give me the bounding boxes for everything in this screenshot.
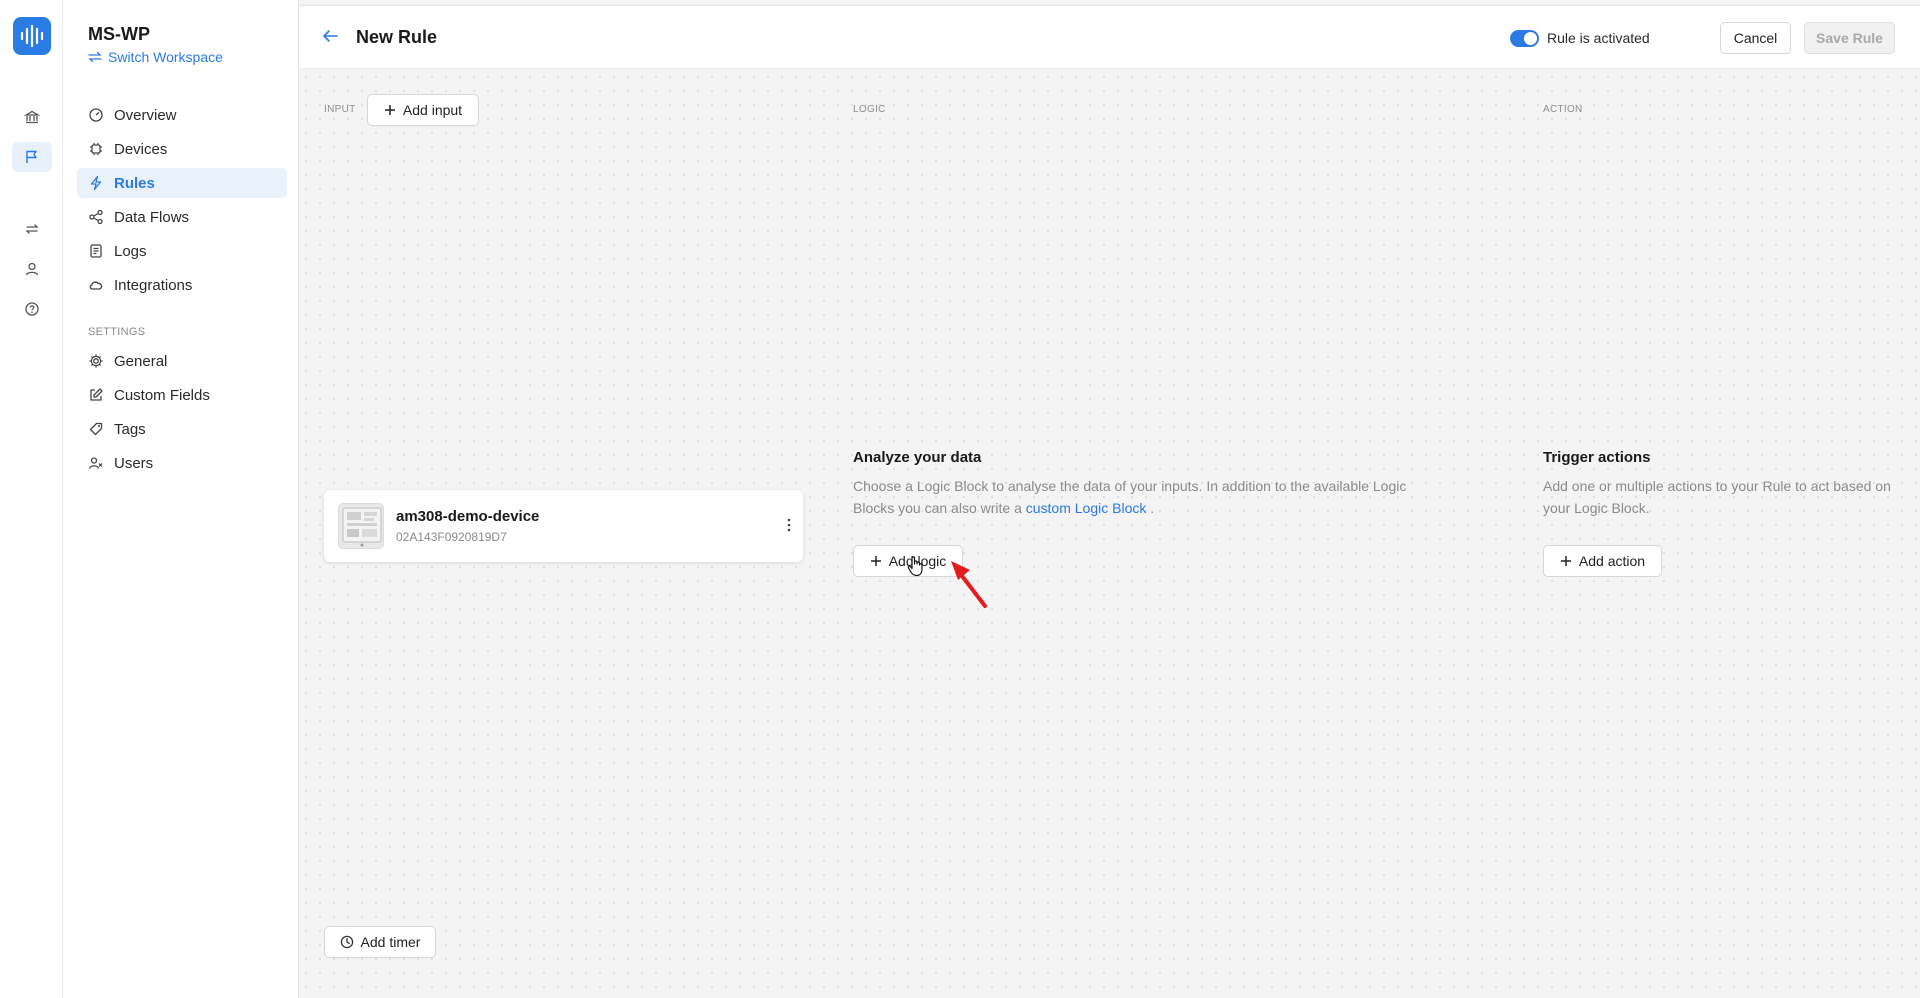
help-icon [25, 302, 39, 316]
logic-section-title: Analyze your data [853, 449, 982, 466]
nav-label: General [114, 352, 168, 370]
swap-arrows-icon [88, 51, 102, 63]
nav-item-integrations[interactable]: Integrations [77, 270, 287, 300]
page-title: New Rule [356, 27, 438, 47]
nav-label: Devices [114, 140, 168, 158]
rule-activated-toggle[interactable] [1510, 30, 1539, 47]
hand-cursor-icon [907, 556, 923, 577]
add-action-label: Add action [1578, 553, 1646, 569]
nav-item-general[interactable]: General [77, 346, 287, 376]
cloud-icon [89, 281, 103, 290]
nav-item-devices[interactable]: Devices [77, 134, 287, 164]
nav-label: Logs [114, 242, 147, 260]
switch-workspace-link[interactable]: Switch Workspace [88, 49, 223, 65]
share-icon [89, 209, 103, 225]
rail-help[interactable] [12, 294, 52, 324]
soundwave-icon [20, 24, 44, 48]
plus-icon [870, 556, 881, 566]
nav-label: Tags [114, 420, 146, 438]
rail-profile[interactable] [12, 254, 52, 284]
edit-icon [90, 388, 103, 401]
switch-workspace-label: Switch Workspace [108, 49, 223, 65]
users-icon [88, 457, 103, 469]
clock-icon [340, 935, 353, 949]
rule-activated-label: Rule is activated [1547, 30, 1650, 46]
workspace-name: MS-WP [88, 24, 150, 44]
action-column-heading: ACTION [1543, 104, 1583, 115]
nav-label: Integrations [114, 276, 193, 294]
bank-icon [24, 110, 40, 124]
gear-icon [89, 354, 103, 368]
nav-item-logs[interactable]: Logs [77, 236, 287, 266]
add-timer-label: Add timer [360, 934, 421, 950]
rule-editor-canvas: New Rule Rule is activated Cancel Save R… [299, 0, 1920, 998]
logic-desc-line2: Blocks you can also write a [853, 500, 1026, 516]
device-eui: 02A143F0920819D7 [396, 530, 507, 544]
cancel-button[interactable]: Cancel [1720, 22, 1791, 54]
back-button[interactable] [321, 28, 339, 49]
rail-flag[interactable] [12, 142, 52, 172]
custom-logic-block-link[interactable]: custom Logic Block [1026, 500, 1147, 516]
input-column-heading: INPUT [324, 104, 356, 115]
nav-label: Custom Fields [114, 386, 210, 404]
tag-icon [89, 422, 103, 436]
action-desc-line1: Add one or multiple actions to your Rule… [1543, 478, 1891, 494]
plus-icon [1560, 556, 1571, 566]
repeat-icon [25, 224, 39, 234]
more-vertical-icon [787, 518, 791, 532]
add-action-button[interactable]: Add action [1543, 545, 1662, 577]
sidebar: MS-WP Switch Workspace Overview Devices … [63, 0, 299, 998]
page-header: New Rule Rule is activated Cancel Save R… [299, 5, 1920, 69]
logic-desc-line2-end: . [1146, 500, 1155, 516]
settings-heading: SETTINGS [88, 326, 146, 338]
logic-desc-line1: Choose a Logic Block to analyse the data… [853, 478, 1407, 494]
log-icon [90, 244, 102, 258]
nav-item-rules[interactable]: Rules [77, 168, 287, 198]
nav-label: Users [114, 454, 154, 472]
device-menu-button[interactable] [787, 518, 791, 537]
nav-item-tags[interactable]: Tags [77, 414, 287, 444]
device-thumbnail [338, 503, 384, 549]
add-timer-button[interactable]: Add timer [324, 926, 436, 958]
nav-item-users[interactable]: Users [77, 448, 287, 478]
plus-icon [384, 105, 395, 115]
add-input-label: Add input [402, 102, 463, 118]
nav-label: Rules [114, 174, 155, 192]
nav-label: Overview [114, 106, 177, 124]
gauge-icon [89, 108, 103, 122]
flag-icon [26, 150, 37, 163]
nav-item-data-flows[interactable]: Data Flows [77, 202, 287, 232]
nav-item-custom-fields[interactable]: Custom Fields [77, 380, 287, 410]
app-logo[interactable] [13, 17, 51, 55]
action-section-title: Trigger actions [1543, 449, 1651, 466]
rail-bank[interactable] [12, 102, 52, 132]
nav-item-overview[interactable]: Overview [77, 100, 287, 130]
device-image-icon [342, 507, 382, 547]
add-input-button[interactable]: Add input [367, 94, 479, 126]
rail-swap[interactable] [12, 214, 52, 244]
action-desc-line2: your Logic Block. [1543, 500, 1650, 516]
annotation-arrow-icon [951, 561, 987, 608]
user-icon [25, 262, 39, 276]
input-device-card[interactable]: am308-demo-device 02A143F0920819D7 [324, 490, 803, 562]
save-rule-button[interactable]: Save Rule [1804, 22, 1895, 54]
logic-section-description: Choose a Logic Block to analyse the data… [853, 475, 1453, 519]
arrow-left-icon [323, 30, 338, 42]
nav-label: Data Flows [114, 208, 190, 226]
action-section-description: Add one or multiple actions to your Rule… [1543, 475, 1920, 519]
bolt-icon [90, 175, 102, 191]
chip-icon [90, 143, 102, 155]
icon-rail [0, 0, 63, 998]
device-name: am308-demo-device [396, 508, 540, 525]
logic-column-heading: LOGIC [853, 104, 886, 115]
